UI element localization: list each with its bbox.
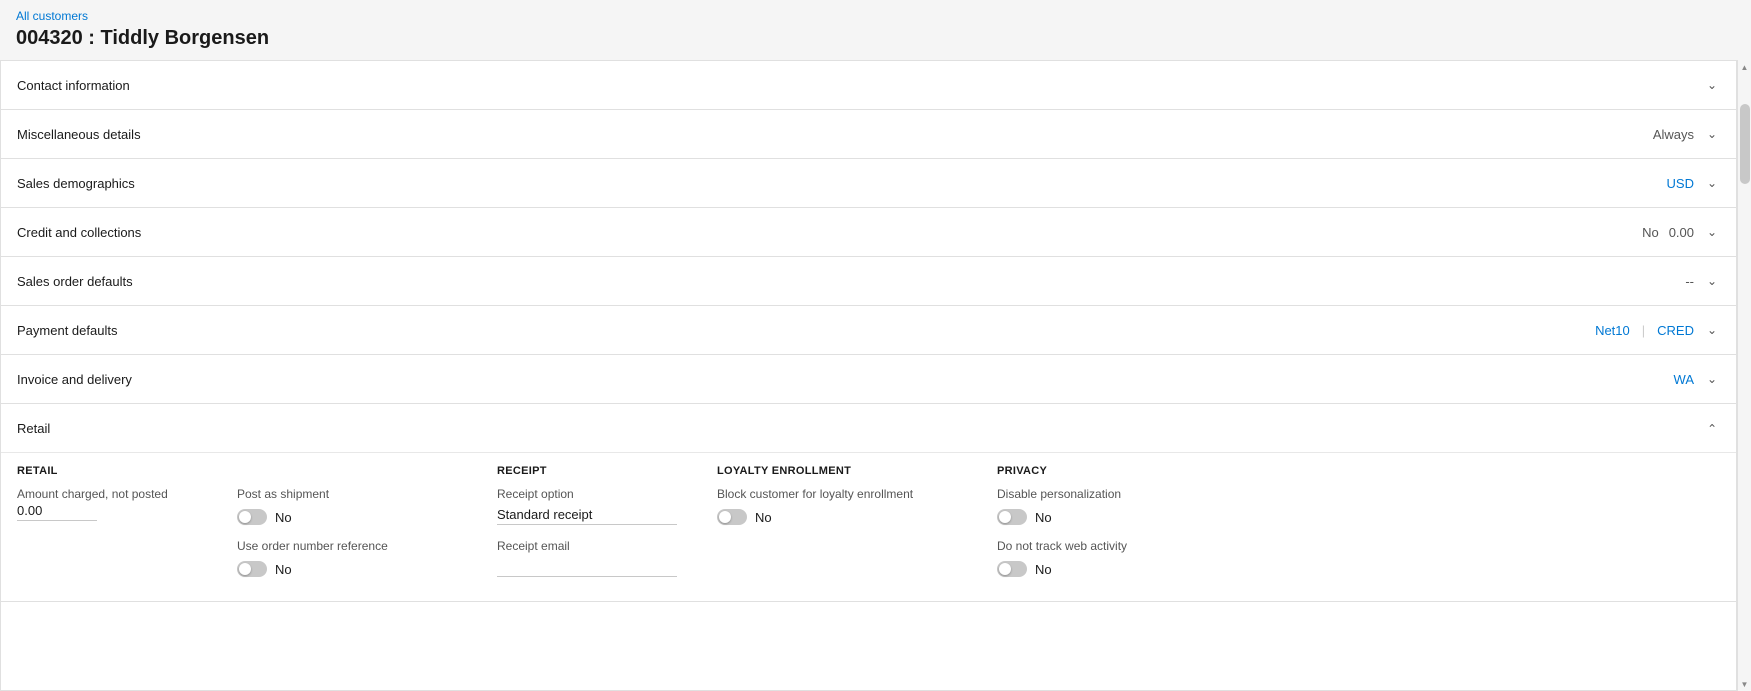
section-contact-information[interactable]: Contact information ⌄ — [1, 61, 1736, 110]
retail-amount-label: Amount charged, not posted — [17, 487, 197, 501]
privacy-heading: PRIVACY — [997, 465, 1197, 477]
order-number-ref-value: No — [275, 562, 292, 577]
retail-col-5: PRIVACY Disable personalization No Do no… — [997, 465, 1237, 577]
order-number-ref-label: Use order number reference — [237, 539, 457, 553]
retail-col-2: Post as shipment No Use order number ref… — [237, 465, 497, 577]
chevron-down-icon: ⌄ — [1704, 274, 1720, 288]
section-right-contact: ⌄ — [1704, 78, 1720, 92]
post-shipment-value: No — [275, 510, 292, 525]
chevron-down-icon: ⌄ — [1704, 225, 1720, 239]
loyalty-toggle[interactable] — [717, 509, 747, 525]
section-sales-demographics[interactable]: Sales demographics USD ⌄ — [1, 159, 1736, 208]
section-title-retail: Retail — [17, 421, 50, 436]
post-shipment-toggle-row: No — [237, 509, 457, 525]
section-right-payment: Net10 | CRED ⌄ — [1595, 323, 1720, 338]
payment-value-cred: CRED — [1657, 323, 1694, 338]
toggle-knob-2 — [239, 563, 251, 575]
section-right-invoice: WA ⌄ — [1674, 372, 1720, 387]
loyalty-toggle-row: No — [717, 509, 957, 525]
toggle-knob-4 — [999, 511, 1011, 523]
disable-personalization-label: Disable personalization — [997, 487, 1197, 501]
receipt-email-input[interactable] — [497, 557, 677, 577]
section-right-sales-order: -- ⌄ — [1685, 274, 1720, 289]
retail-col-4: LOYALTY ENROLLMENT Block customer for lo… — [717, 465, 997, 577]
section-right-misc: Always ⌄ — [1653, 127, 1720, 142]
section-invoice-delivery[interactable]: Invoice and delivery WA ⌄ — [1, 355, 1736, 404]
sales-order-value: -- — [1685, 274, 1694, 289]
section-right-credit: No 0.00 ⌄ — [1642, 225, 1720, 240]
order-number-ref-toggle-row: No — [237, 561, 457, 577]
retail-col2-heading — [237, 465, 457, 477]
section-right-retail: ⌄ — [1704, 421, 1720, 435]
no-track-web-toggle-row: No — [997, 561, 1197, 577]
retail-amount-value: 0.00 — [17, 503, 97, 521]
retail-grid: RETAIL Amount charged, not posted 0.00 P… — [17, 465, 1720, 577]
payment-divider: | — [1642, 323, 1645, 338]
page-title: 004320 : Tiddly Borgensen — [0, 25, 1751, 60]
post-shipment-label: Post as shipment — [237, 487, 457, 501]
page-container: All customers 004320 : Tiddly Borgensen … — [0, 0, 1751, 691]
scrollbar-down-arrow[interactable]: ▼ — [1738, 677, 1751, 691]
no-track-web-toggle[interactable] — [997, 561, 1027, 577]
chevron-down-icon: ⌄ — [1704, 323, 1720, 337]
disable-personalization-value: No — [1035, 510, 1052, 525]
disable-personalization-toggle[interactable] — [997, 509, 1027, 525]
scrollbar-thumb[interactable] — [1740, 104, 1750, 184]
toggle-knob — [239, 511, 251, 523]
chevron-down-icon: ⌄ — [1704, 127, 1720, 141]
toggle-knob-5 — [999, 563, 1011, 575]
scrollbar-track: ▲ ▼ — [1737, 60, 1751, 691]
section-title-misc: Miscellaneous details — [17, 127, 141, 142]
scrollbar-up-arrow[interactable]: ▲ — [1738, 60, 1751, 74]
chevron-down-icon: ⌄ — [1704, 176, 1720, 190]
section-retail[interactable]: Retail ⌄ RETAIL Amount charged, not post… — [1, 404, 1736, 602]
chevron-down-icon: ⌄ — [1704, 78, 1720, 92]
chevron-down-icon: ⌄ — [1704, 372, 1720, 386]
retail-col-3: RECEIPT Receipt option Receipt email — [497, 465, 717, 577]
retail-body: RETAIL Amount charged, not posted 0.00 P… — [1, 452, 1736, 601]
disable-personalization-toggle-row: No — [997, 509, 1197, 525]
post-shipment-toggle[interactable] — [237, 509, 267, 525]
receipt-option-label: Receipt option — [497, 487, 677, 501]
sales-demo-value: USD — [1667, 176, 1694, 191]
loyalty-heading: LOYALTY ENROLLMENT — [717, 465, 957, 477]
credit-value-no: No — [1642, 225, 1659, 240]
breadcrumb-link[interactable]: All customers — [16, 9, 88, 23]
chevron-up-icon: ⌄ — [1704, 421, 1720, 435]
section-title-invoice: Invoice and delivery — [17, 372, 132, 387]
section-title-sales-order: Sales order defaults — [17, 274, 133, 289]
receipt-option-input[interactable] — [497, 505, 677, 525]
scroll-area: Contact information ⌄ Miscellaneous deta… — [0, 60, 1751, 691]
toggle-knob-3 — [719, 511, 731, 523]
main-content: Contact information ⌄ Miscellaneous deta… — [0, 60, 1737, 691]
loyalty-value: No — [755, 510, 772, 525]
section-right-sales-demo: USD ⌄ — [1667, 176, 1720, 191]
section-title-payment: Payment defaults — [17, 323, 117, 338]
no-track-web-value: No — [1035, 562, 1052, 577]
retail-heading: RETAIL — [17, 465, 197, 477]
retail-col-1: RETAIL Amount charged, not posted 0.00 — [17, 465, 237, 577]
section-title-sales-demo: Sales demographics — [17, 176, 135, 191]
loyalty-block-label: Block customer for loyalty enrollment — [717, 487, 957, 501]
receipt-heading: RECEIPT — [497, 465, 677, 477]
credit-value-amount: 0.00 — [1669, 225, 1694, 240]
section-credit-collections[interactable]: Credit and collections No 0.00 ⌄ — [1, 208, 1736, 257]
no-track-web-label: Do not track web activity — [997, 539, 1197, 553]
section-sales-order-defaults[interactable]: Sales order defaults -- ⌄ — [1, 257, 1736, 306]
invoice-value-wa: WA — [1674, 372, 1694, 387]
section-payment-defaults[interactable]: Payment defaults Net10 | CRED ⌄ — [1, 306, 1736, 355]
section-title-credit: Credit and collections — [17, 225, 141, 240]
breadcrumb: All customers — [0, 0, 1751, 25]
misc-value: Always — [1653, 127, 1694, 142]
section-miscellaneous-details[interactable]: Miscellaneous details Always ⌄ — [1, 110, 1736, 159]
payment-value-net10: Net10 — [1595, 323, 1630, 338]
receipt-email-label: Receipt email — [497, 539, 677, 553]
section-title-contact: Contact information — [17, 78, 130, 93]
order-number-ref-toggle[interactable] — [237, 561, 267, 577]
